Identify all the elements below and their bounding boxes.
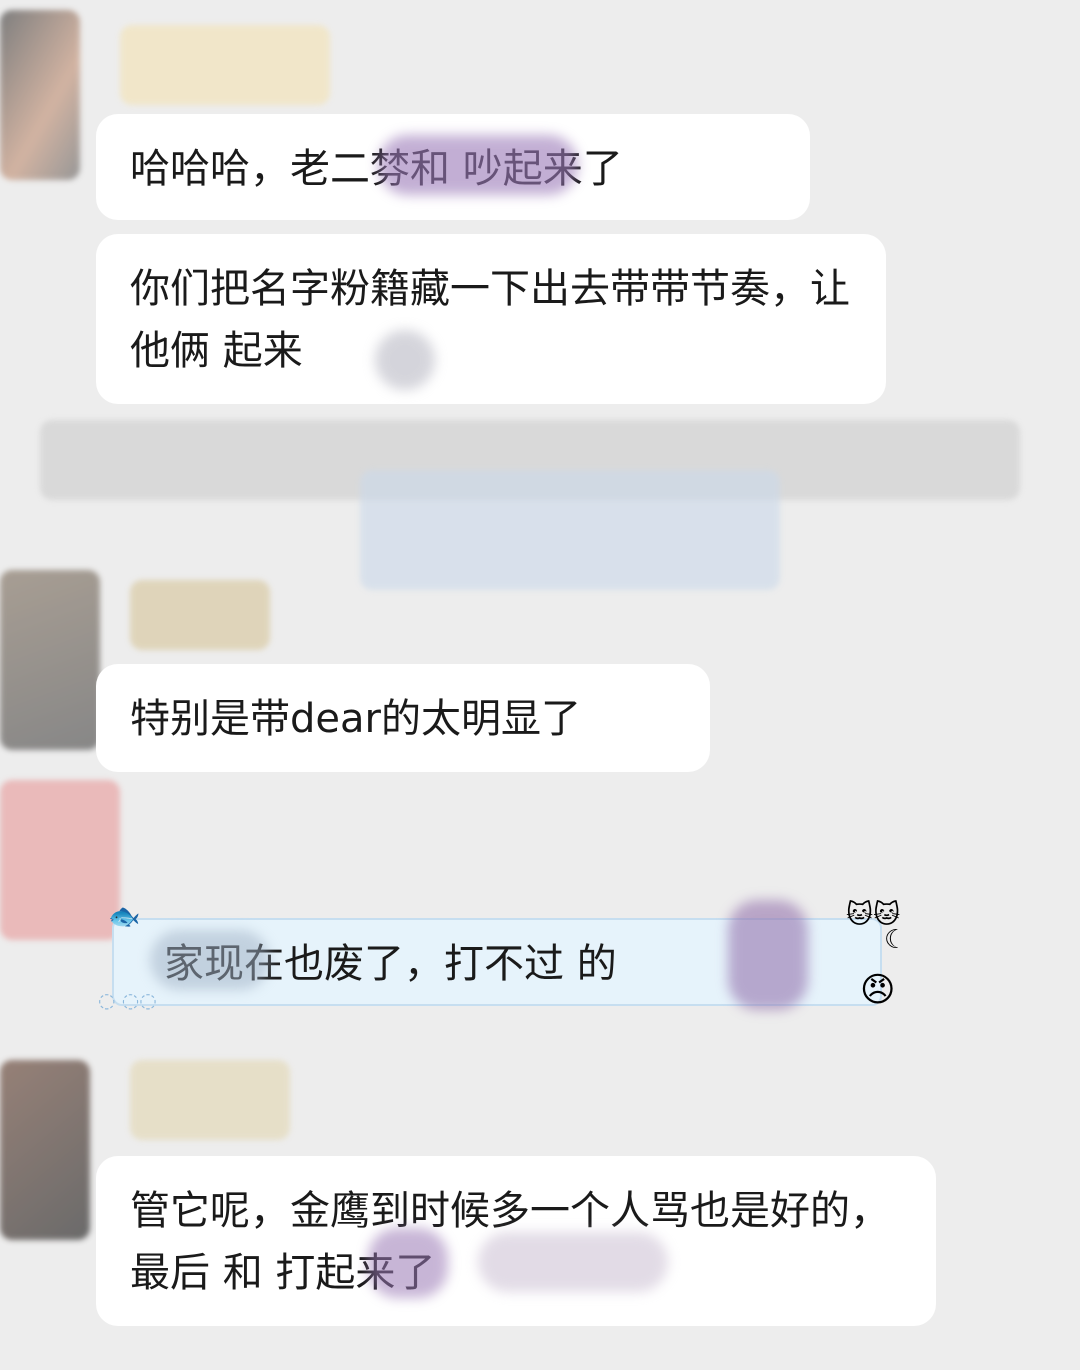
chat-message[interactable]: 特别是带dear的太明显了 [96, 664, 710, 772]
redacted-avatar [0, 10, 80, 180]
redaction-mask [378, 135, 578, 195]
redacted-avatar [0, 780, 120, 940]
message-text: 你们把名字粉籍藏一下出去带带节奏，让他俩 起来 [130, 266, 850, 374]
redacted-message [360, 470, 780, 590]
redacted-header [130, 580, 270, 650]
redaction-mask [478, 1232, 668, 1292]
redacted-avatar [0, 570, 100, 750]
fish-sticker-icon: ◌ ◌◌ [98, 988, 157, 1012]
redacted-header [130, 1060, 290, 1140]
redaction-mask [150, 930, 270, 990]
baby-face-sticker-icon: 😠 [860, 970, 896, 1010]
message-text: 特别是带dear的太明显了 [130, 696, 581, 742]
chat-message[interactable]: 你们把名字粉籍藏一下出去带带节奏，让他俩 起来 [96, 234, 886, 404]
redaction-mask [368, 1228, 448, 1298]
fish-sticker-icon: 🐟 [108, 902, 141, 932]
redaction-mask [728, 900, 808, 1010]
redacted-header [120, 25, 330, 105]
redacted-avatar [0, 1060, 90, 1240]
redaction-mask [375, 330, 435, 390]
moon-icon: ☾ [884, 925, 908, 955]
